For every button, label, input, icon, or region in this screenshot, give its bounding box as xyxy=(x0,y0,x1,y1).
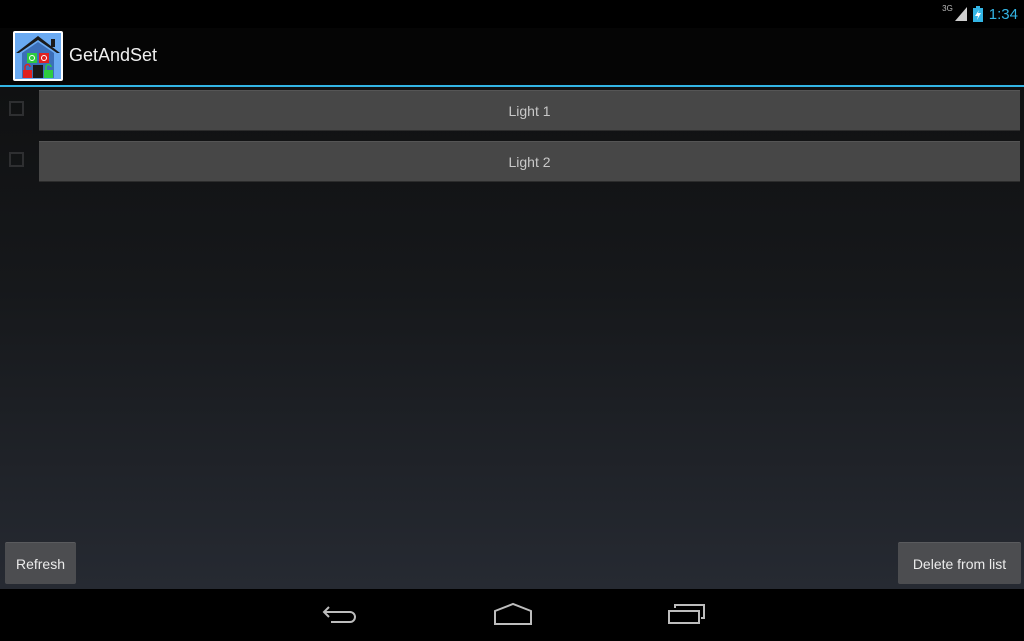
list-item: Light 1 xyxy=(0,87,1024,131)
clock: 1:34 xyxy=(988,5,1018,23)
back-icon[interactable] xyxy=(321,602,359,626)
action-bar: GetAndSet xyxy=(0,28,1024,87)
signal-strength-icon xyxy=(954,7,967,21)
delete-from-list-button[interactable]: Delete from list xyxy=(898,542,1021,584)
status-icons: 3G 1:34 xyxy=(942,3,1018,25)
recent-apps-icon[interactable] xyxy=(667,602,707,626)
house-app-icon[interactable] xyxy=(13,31,63,81)
status-bar: 3G 1:34 xyxy=(0,0,1024,28)
home-icon[interactable] xyxy=(493,602,533,626)
battery-charging-icon xyxy=(972,6,983,22)
navigation-bar xyxy=(0,589,1024,641)
light-1-checkbox[interactable] xyxy=(9,101,24,116)
network-type-label: 3G xyxy=(942,3,953,13)
list-item: Light 2 xyxy=(0,138,1024,182)
light-2-button[interactable]: Light 2 xyxy=(39,141,1020,182)
content-area: Light 1 Light 2 Refresh Delete from list xyxy=(0,87,1024,589)
light-2-checkbox[interactable] xyxy=(9,152,24,167)
app-title: GetAndSet xyxy=(69,45,158,65)
light-1-button[interactable]: Light 1 xyxy=(39,90,1020,131)
refresh-button[interactable]: Refresh xyxy=(5,542,76,584)
